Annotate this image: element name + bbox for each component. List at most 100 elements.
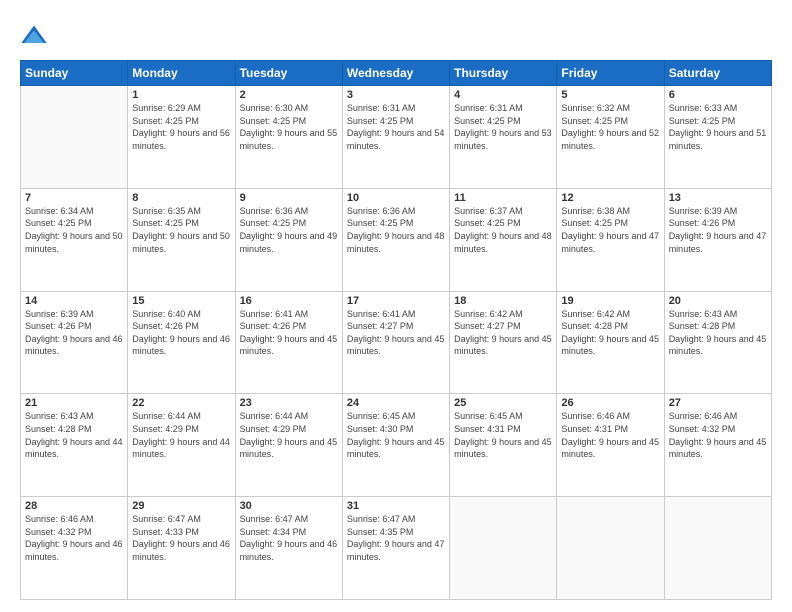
day-number: 14 (25, 295, 123, 307)
day-info: Sunrise: 6:33 AMSunset: 4:25 PMDaylight:… (669, 102, 767, 152)
day-number: 5 (561, 89, 659, 101)
weekday-header-saturday: Saturday (664, 61, 771, 86)
week-row-5: 28Sunrise: 6:46 AMSunset: 4:32 PMDayligh… (21, 497, 772, 600)
calendar-cell: 19Sunrise: 6:42 AMSunset: 4:28 PMDayligh… (557, 291, 664, 394)
calendar-cell: 25Sunrise: 6:45 AMSunset: 4:31 PMDayligh… (450, 394, 557, 497)
calendar-cell (21, 86, 128, 189)
day-number: 7 (25, 192, 123, 204)
weekday-header-monday: Monday (128, 61, 235, 86)
weekday-header-friday: Friday (557, 61, 664, 86)
logo-icon (20, 22, 48, 50)
calendar-cell: 11Sunrise: 6:37 AMSunset: 4:25 PMDayligh… (450, 188, 557, 291)
day-info: Sunrise: 6:46 AMSunset: 4:32 PMDaylight:… (669, 410, 767, 460)
calendar-cell: 14Sunrise: 6:39 AMSunset: 4:26 PMDayligh… (21, 291, 128, 394)
day-number: 27 (669, 397, 767, 409)
calendar-cell: 22Sunrise: 6:44 AMSunset: 4:29 PMDayligh… (128, 394, 235, 497)
weekday-header-sunday: Sunday (21, 61, 128, 86)
day-info: Sunrise: 6:45 AMSunset: 4:30 PMDaylight:… (347, 410, 445, 460)
weekday-header-wednesday: Wednesday (342, 61, 449, 86)
calendar-table: SundayMondayTuesdayWednesdayThursdayFrid… (20, 60, 772, 600)
day-number: 11 (454, 192, 552, 204)
week-row-4: 21Sunrise: 6:43 AMSunset: 4:28 PMDayligh… (21, 394, 772, 497)
calendar-cell: 21Sunrise: 6:43 AMSunset: 4:28 PMDayligh… (21, 394, 128, 497)
weekday-header-thursday: Thursday (450, 61, 557, 86)
calendar-cell: 5Sunrise: 6:32 AMSunset: 4:25 PMDaylight… (557, 86, 664, 189)
day-number: 23 (240, 397, 338, 409)
calendar-cell: 16Sunrise: 6:41 AMSunset: 4:26 PMDayligh… (235, 291, 342, 394)
weekday-header-row: SundayMondayTuesdayWednesdayThursdayFrid… (21, 61, 772, 86)
day-info: Sunrise: 6:36 AMSunset: 4:25 PMDaylight:… (240, 205, 338, 255)
day-info: Sunrise: 6:29 AMSunset: 4:25 PMDaylight:… (132, 102, 230, 152)
calendar-cell: 12Sunrise: 6:38 AMSunset: 4:25 PMDayligh… (557, 188, 664, 291)
day-info: Sunrise: 6:44 AMSunset: 4:29 PMDaylight:… (240, 410, 338, 460)
day-number: 22 (132, 397, 230, 409)
day-info: Sunrise: 6:37 AMSunset: 4:25 PMDaylight:… (454, 205, 552, 255)
day-info: Sunrise: 6:38 AMSunset: 4:25 PMDaylight:… (561, 205, 659, 255)
day-info: Sunrise: 6:31 AMSunset: 4:25 PMDaylight:… (347, 102, 445, 152)
calendar-cell: 4Sunrise: 6:31 AMSunset: 4:25 PMDaylight… (450, 86, 557, 189)
day-info: Sunrise: 6:46 AMSunset: 4:32 PMDaylight:… (25, 513, 123, 563)
day-number: 25 (454, 397, 552, 409)
day-number: 15 (132, 295, 230, 307)
day-number: 13 (669, 192, 767, 204)
calendar-cell: 28Sunrise: 6:46 AMSunset: 4:32 PMDayligh… (21, 497, 128, 600)
calendar-cell: 20Sunrise: 6:43 AMSunset: 4:28 PMDayligh… (664, 291, 771, 394)
day-info: Sunrise: 6:46 AMSunset: 4:31 PMDaylight:… (561, 410, 659, 460)
day-info: Sunrise: 6:41 AMSunset: 4:26 PMDaylight:… (240, 308, 338, 358)
calendar-cell: 8Sunrise: 6:35 AMSunset: 4:25 PMDaylight… (128, 188, 235, 291)
day-number: 10 (347, 192, 445, 204)
day-number: 31 (347, 500, 445, 512)
day-number: 12 (561, 192, 659, 204)
calendar-cell (557, 497, 664, 600)
day-number: 18 (454, 295, 552, 307)
day-info: Sunrise: 6:47 AMSunset: 4:35 PMDaylight:… (347, 513, 445, 563)
calendar-cell: 1Sunrise: 6:29 AMSunset: 4:25 PMDaylight… (128, 86, 235, 189)
day-number: 6 (669, 89, 767, 101)
day-info: Sunrise: 6:40 AMSunset: 4:26 PMDaylight:… (132, 308, 230, 358)
calendar-cell: 29Sunrise: 6:47 AMSunset: 4:33 PMDayligh… (128, 497, 235, 600)
day-number: 9 (240, 192, 338, 204)
day-info: Sunrise: 6:47 AMSunset: 4:33 PMDaylight:… (132, 513, 230, 563)
calendar-cell: 23Sunrise: 6:44 AMSunset: 4:29 PMDayligh… (235, 394, 342, 497)
day-number: 8 (132, 192, 230, 204)
day-info: Sunrise: 6:32 AMSunset: 4:25 PMDaylight:… (561, 102, 659, 152)
day-number: 21 (25, 397, 123, 409)
calendar-cell (664, 497, 771, 600)
day-info: Sunrise: 6:35 AMSunset: 4:25 PMDaylight:… (132, 205, 230, 255)
day-info: Sunrise: 6:43 AMSunset: 4:28 PMDaylight:… (25, 410, 123, 460)
calendar-cell: 27Sunrise: 6:46 AMSunset: 4:32 PMDayligh… (664, 394, 771, 497)
day-number: 4 (454, 89, 552, 101)
calendar-cell (450, 497, 557, 600)
day-number: 3 (347, 89, 445, 101)
weekday-header-tuesday: Tuesday (235, 61, 342, 86)
day-number: 24 (347, 397, 445, 409)
day-info: Sunrise: 6:44 AMSunset: 4:29 PMDaylight:… (132, 410, 230, 460)
day-info: Sunrise: 6:43 AMSunset: 4:28 PMDaylight:… (669, 308, 767, 358)
calendar-cell: 17Sunrise: 6:41 AMSunset: 4:27 PMDayligh… (342, 291, 449, 394)
calendar-cell: 2Sunrise: 6:30 AMSunset: 4:25 PMDaylight… (235, 86, 342, 189)
day-info: Sunrise: 6:47 AMSunset: 4:34 PMDaylight:… (240, 513, 338, 563)
week-row-2: 7Sunrise: 6:34 AMSunset: 4:25 PMDaylight… (21, 188, 772, 291)
page: SundayMondayTuesdayWednesdayThursdayFrid… (0, 0, 792, 612)
day-number: 17 (347, 295, 445, 307)
day-info: Sunrise: 6:31 AMSunset: 4:25 PMDaylight:… (454, 102, 552, 152)
day-info: Sunrise: 6:36 AMSunset: 4:25 PMDaylight:… (347, 205, 445, 255)
day-number: 19 (561, 295, 659, 307)
calendar-cell: 6Sunrise: 6:33 AMSunset: 4:25 PMDaylight… (664, 86, 771, 189)
day-info: Sunrise: 6:45 AMSunset: 4:31 PMDaylight:… (454, 410, 552, 460)
day-number: 26 (561, 397, 659, 409)
day-number: 1 (132, 89, 230, 101)
calendar-cell: 7Sunrise: 6:34 AMSunset: 4:25 PMDaylight… (21, 188, 128, 291)
calendar-cell: 30Sunrise: 6:47 AMSunset: 4:34 PMDayligh… (235, 497, 342, 600)
calendar-cell: 3Sunrise: 6:31 AMSunset: 4:25 PMDaylight… (342, 86, 449, 189)
day-number: 2 (240, 89, 338, 101)
day-info: Sunrise: 6:39 AMSunset: 4:26 PMDaylight:… (669, 205, 767, 255)
day-number: 29 (132, 500, 230, 512)
day-info: Sunrise: 6:42 AMSunset: 4:28 PMDaylight:… (561, 308, 659, 358)
day-number: 28 (25, 500, 123, 512)
calendar-cell: 9Sunrise: 6:36 AMSunset: 4:25 PMDaylight… (235, 188, 342, 291)
calendar-cell: 10Sunrise: 6:36 AMSunset: 4:25 PMDayligh… (342, 188, 449, 291)
day-number: 16 (240, 295, 338, 307)
day-info: Sunrise: 6:39 AMSunset: 4:26 PMDaylight:… (25, 308, 123, 358)
calendar-cell: 18Sunrise: 6:42 AMSunset: 4:27 PMDayligh… (450, 291, 557, 394)
